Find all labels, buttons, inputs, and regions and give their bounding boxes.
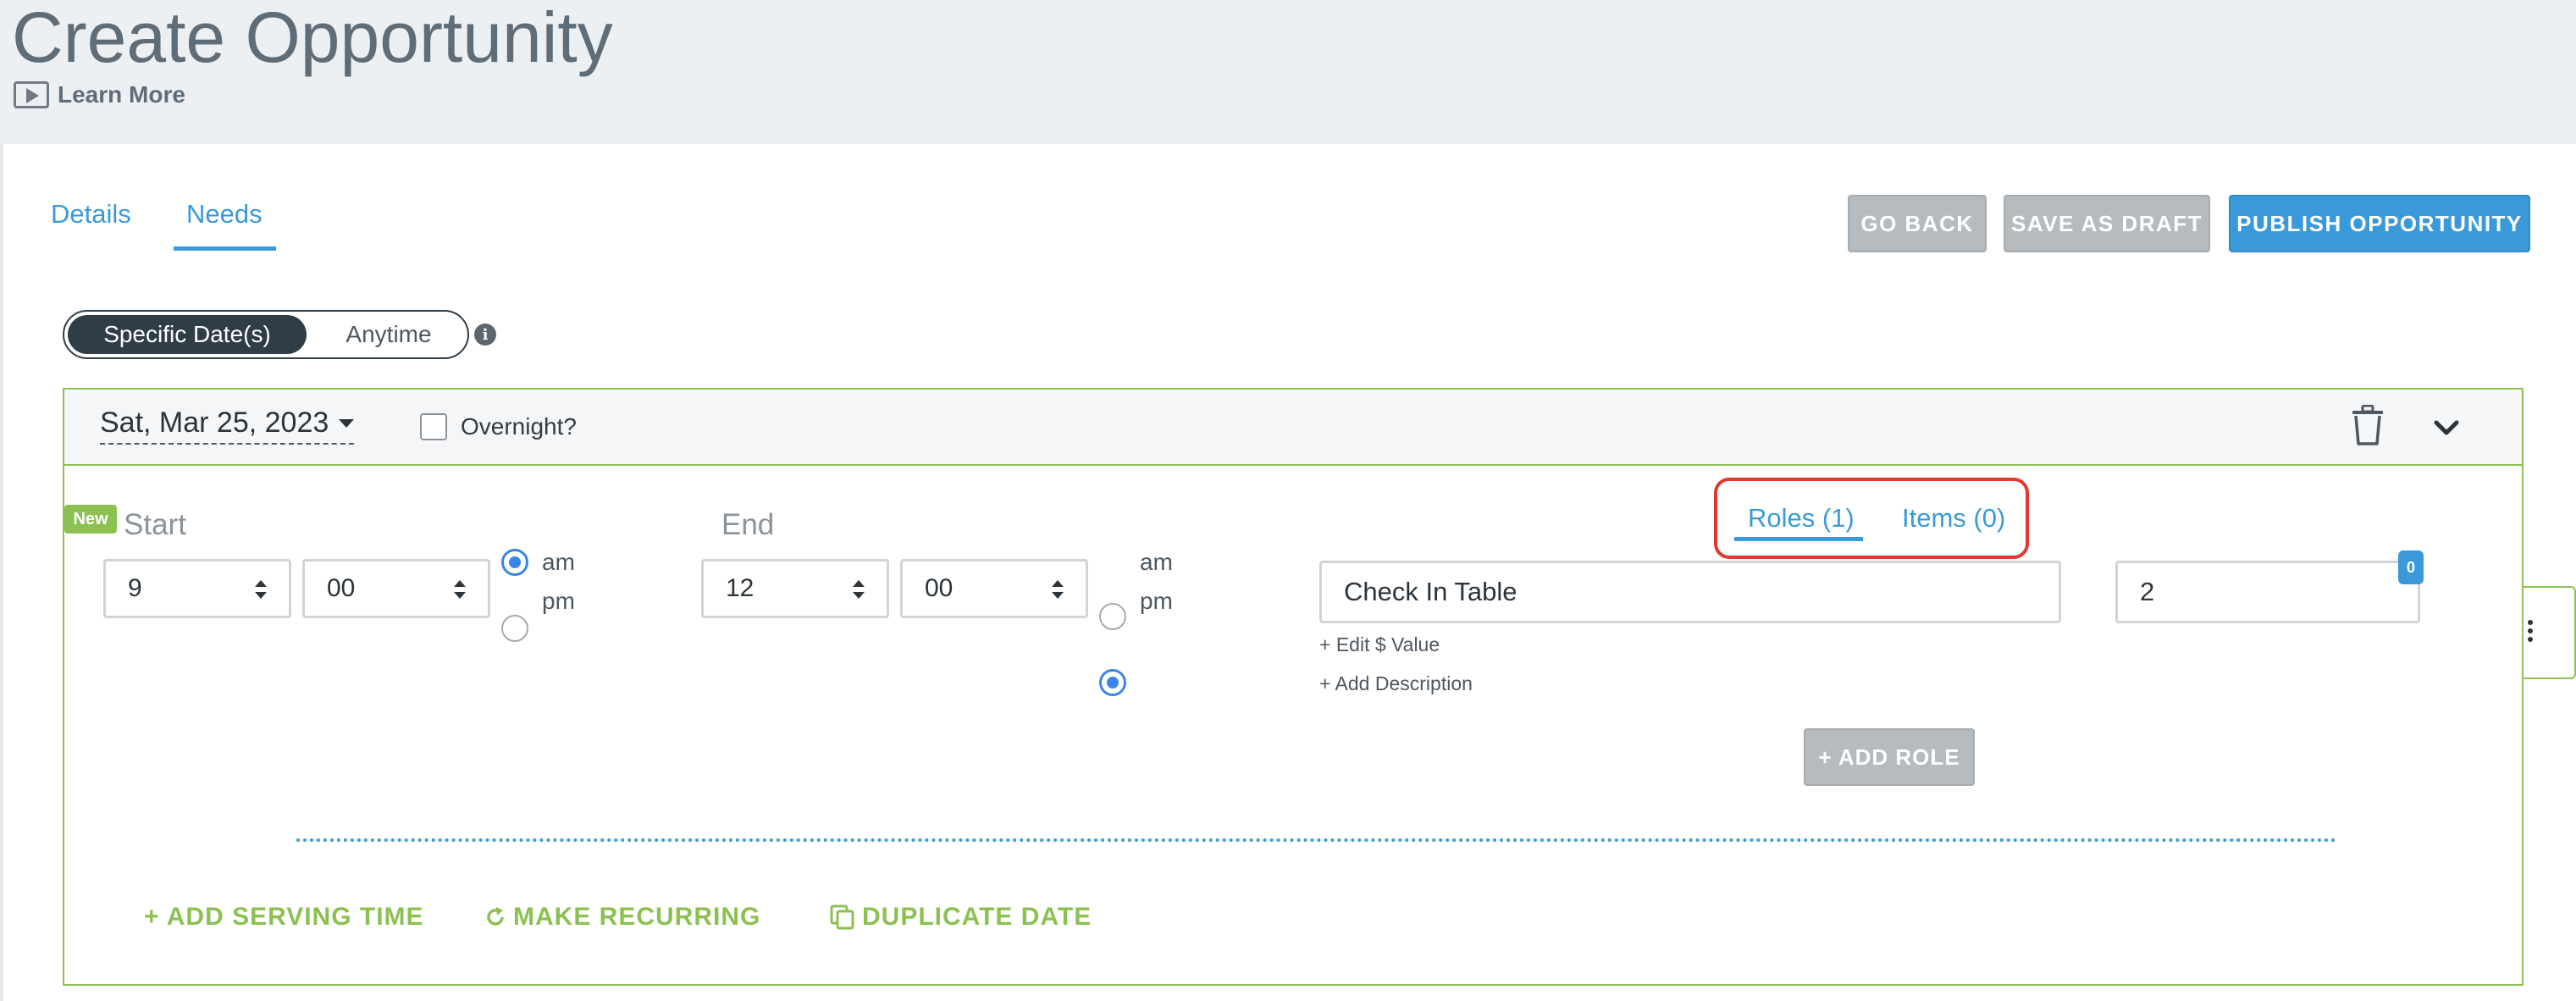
end-minute-value: 00 (925, 574, 954, 602)
role-name-value: Check In Table (1344, 577, 1517, 606)
chevron-down-icon[interactable] (2432, 417, 2461, 439)
add-serving-time-button[interactable]: + ADD SERVING TIME (144, 903, 424, 932)
updown-caret-icon (853, 580, 865, 599)
make-recurring-label: MAKE RECURRING (513, 903, 761, 931)
duplicate-date-button[interactable]: DUPLICATE DATE (830, 903, 1092, 932)
overnight-checkbox[interactable] (420, 413, 447, 440)
make-recurring-button[interactable]: MAKE RECURRING (484, 903, 760, 932)
toggle-specific-dates[interactable]: Specific Date(s) (68, 315, 307, 354)
divider (296, 838, 2337, 842)
duplicate-date-label: DUPLICATE DATE (862, 903, 1092, 931)
add-description-link[interactable]: + Add Description (1319, 672, 1473, 695)
end-pm-label: pm (1140, 588, 1173, 614)
date-value: Sat, Mar 25, 2023 (100, 406, 329, 439)
role-quantity-input[interactable]: 2 (2115, 561, 2420, 623)
refresh-icon (487, 907, 504, 926)
date-selector[interactable]: Sat, Mar 25, 2023 (100, 406, 355, 445)
end-minute-select[interactable]: 00 (900, 559, 1088, 618)
start-am-radio[interactable] (501, 549, 528, 576)
caret-down-icon (339, 418, 355, 428)
overnight-label: Overnight? (461, 413, 577, 440)
start-am-label: am (542, 549, 575, 575)
learn-more-label: Learn More (58, 81, 185, 108)
tab-items[interactable]: Items (0) (1902, 503, 2005, 534)
role-name-input[interactable]: Check In Table (1319, 561, 2061, 623)
trash-icon[interactable] (2351, 405, 2385, 445)
role-quantity-value: 2 (2140, 577, 2155, 606)
schedule-type-toggle: Specific Date(s) Anytime (63, 310, 469, 359)
edit-value-link[interactable]: + Edit $ Value (1319, 633, 1440, 656)
start-hour-value: 9 (128, 574, 142, 602)
updown-caret-icon (255, 580, 267, 599)
end-am-radio[interactable] (1099, 603, 1126, 630)
info-icon[interactable]: i (474, 324, 496, 346)
start-minute-select[interactable]: 00 (302, 559, 490, 618)
page-title: Create Opportunity (12, 0, 613, 77)
add-role-button[interactable]: + ADD ROLE (1804, 728, 1975, 786)
tab-roles[interactable]: Roles (1) (1748, 503, 1855, 534)
end-pm-radio[interactable] (1099, 669, 1126, 696)
tab-needs[interactable]: Needs (186, 199, 263, 230)
start-label: Start (124, 508, 186, 541)
go-back-button[interactable]: GO BACK (1848, 195, 1987, 252)
save-as-draft-button[interactable]: SAVE AS DRAFT (2004, 195, 2210, 252)
publish-opportunity-button[interactable]: PUBLISH OPPORTUNITY (2229, 195, 2530, 252)
toggle-anytime[interactable]: Anytime (310, 315, 467, 354)
card-border (0, 144, 3, 1001)
updown-caret-icon (1052, 580, 1064, 599)
end-am-label: am (1140, 549, 1173, 575)
kebab-icon[interactable] (2527, 620, 2534, 642)
tab-roles-active-indicator (1734, 537, 1863, 541)
tab-needs-active-indicator (174, 246, 276, 251)
start-minute-value: 00 (327, 574, 356, 602)
learn-more-link[interactable]: Learn More (14, 81, 185, 108)
end-label: End (721, 508, 775, 541)
start-pm-label: pm (542, 588, 575, 614)
filled-count-badge: 0 (2398, 550, 2424, 584)
end-hour-value: 12 (726, 574, 755, 602)
new-badge: New (64, 505, 117, 534)
play-icon (14, 81, 49, 108)
start-hour-select[interactable]: 9 (103, 559, 291, 618)
tab-details[interactable]: Details (51, 199, 131, 230)
start-pm-radio[interactable] (501, 615, 528, 642)
copy-icon (830, 904, 854, 930)
date-card (63, 388, 2523, 986)
end-hour-select[interactable]: 12 (701, 559, 889, 618)
updown-caret-icon (454, 580, 466, 599)
